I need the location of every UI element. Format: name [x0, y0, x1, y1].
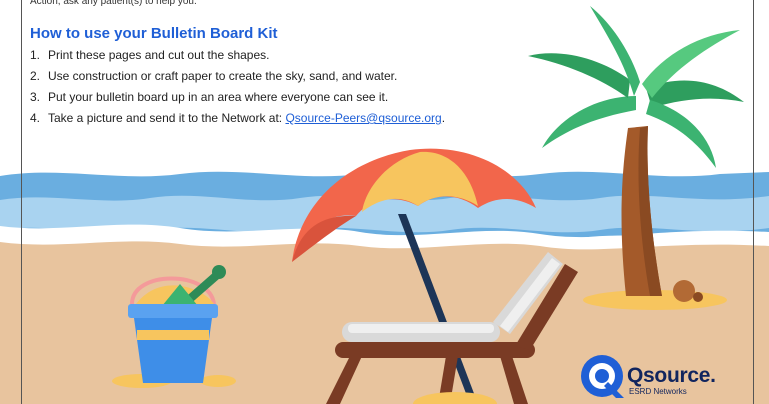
- instructions-list: 1. Print these pages and cut out the shap…: [30, 45, 550, 129]
- page-edge-right: [753, 0, 754, 404]
- step-suffix: .: [441, 111, 446, 125]
- qsource-logo: Qsource. ESRD Networks: [578, 352, 728, 400]
- logo-wordmark: Qsource.: [627, 364, 716, 387]
- step-text: Print these pages and cut out the shapes…: [48, 48, 270, 62]
- step-text: Take a picture and send it to the Networ…: [48, 111, 286, 125]
- bulletin-board-page: Action, ask any patient(s) to help you. …: [0, 0, 769, 404]
- email-link[interactable]: Qsource-Peers@qsource.org: [285, 111, 441, 125]
- instructions-panel: Action, ask any patient(s) to help you. …: [0, 0, 769, 404]
- page-edge-left: [21, 0, 22, 404]
- instruction-step: 2. Use construction or craft paper to cre…: [30, 66, 550, 87]
- instruction-step: 3. Put your bulletin board up in an area …: [30, 87, 550, 108]
- logo-subtitle: ESRD Networks: [629, 387, 687, 396]
- intro-text: Action, ask any patient(s) to help you.: [30, 0, 197, 7]
- step-number: 4.: [30, 111, 41, 125]
- step-number: 2.: [30, 69, 41, 83]
- step-number: 3.: [30, 90, 41, 104]
- instructions-heading: How to use your Bulletin Board Kit: [30, 25, 278, 42]
- qsource-logo-icon: [581, 355, 624, 398]
- instruction-step: 4. Take a picture and send it to the Netw…: [30, 108, 550, 129]
- step-number: 1.: [30, 48, 41, 62]
- instruction-step: 1. Print these pages and cut out the shap…: [30, 45, 550, 66]
- step-text: Use construction or craft paper to creat…: [48, 69, 398, 83]
- step-text: Put your bulletin board up in an area wh…: [48, 90, 389, 104]
